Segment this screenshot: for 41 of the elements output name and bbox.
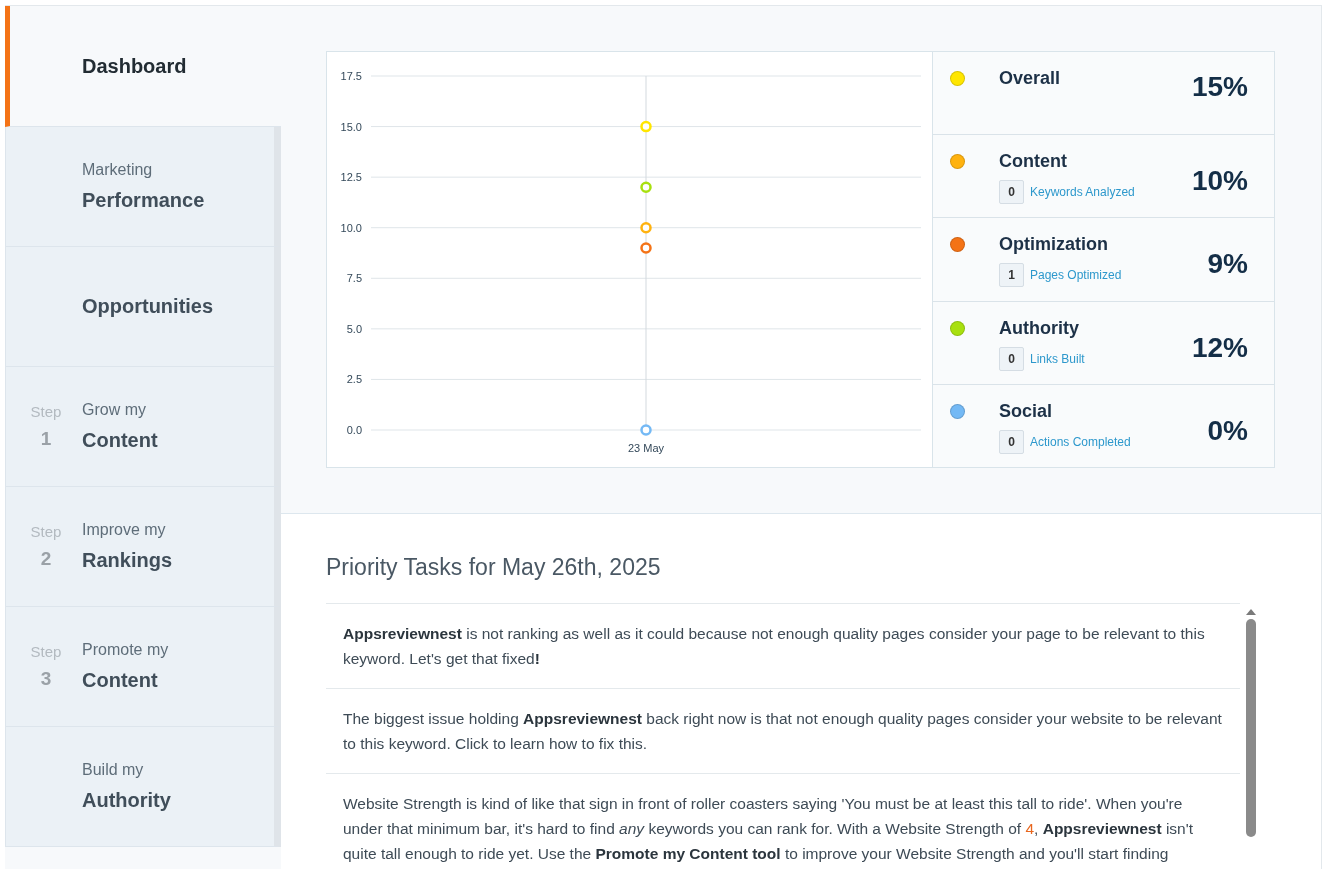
count-badge: 1 xyxy=(999,263,1024,288)
section-title: Priority Tasks for May 26th, 2025 xyxy=(326,554,662,581)
axis-label: 2.5 xyxy=(346,373,362,386)
legend-label: Content xyxy=(999,151,1067,172)
sidebar-item[interactable]: Opportunities xyxy=(5,247,281,367)
task-text[interactable]: The biggest issue holding Appsreviewnest back right now is that not enough quality pages consider your website to be relevant to this keyword. Click to learn how to fix this. xyxy=(326,688,1240,773)
stat-percent: 9% xyxy=(1207,248,1248,282)
scrollbar-thumb[interactable] xyxy=(1245,619,1256,837)
data-point xyxy=(640,181,652,193)
legend-label: Overall xyxy=(999,68,1061,88)
axis-label: 15.0 xyxy=(340,120,362,133)
legend-label: Optimization xyxy=(999,234,1108,255)
legend-label: Authority xyxy=(999,317,1079,338)
task-text[interactable]: Website Strength is kind of like that sign in front of roller coasters saying 'You must be at least this tall to ride'. When you're under that minimum bar, it's hard to find any keywords you can rank for. With a Website Strength of 4, Appsreviewnest isn't quite tall enough to ride yet. Use the Promote my Content tool to improve your Website Strength and you'll start finding xyxy=(326,773,1240,869)
sidebar-item[interactable]: Build my Authority xyxy=(5,727,281,847)
axis-label: 12.5 xyxy=(340,171,362,184)
task-text[interactable]: Appsreviewnest is not ranking as well as it could because not enough quality pages consider your page to be relevant to this keyword. Let's get that fixed! xyxy=(326,603,1240,688)
data-point xyxy=(640,424,652,436)
axis-label: 17.5 xyxy=(340,70,362,82)
count-badge: 0 xyxy=(999,346,1024,371)
axis-label: 5.0 xyxy=(346,322,362,335)
sidebar-item[interactable]: Marketing Performance xyxy=(5,127,281,247)
sidebar-item[interactable]: Step 3 Promote my Content xyxy=(5,607,281,727)
axis-label: 7.5 xyxy=(346,272,362,285)
stat-percent: 12% xyxy=(1191,331,1248,365)
sidebar-item[interactable]: Step 2 Improve my Rankings xyxy=(5,487,281,607)
sidebar-item[interactable]: Dashboard xyxy=(5,6,281,127)
stat-percent: 15% xyxy=(1191,71,1248,104)
stat-percent: 0% xyxy=(1207,414,1248,448)
axis-label: 10.0 xyxy=(340,221,362,234)
data-point xyxy=(640,242,652,254)
count-badge: 0 xyxy=(999,429,1024,454)
legend-label: Social xyxy=(999,400,1053,421)
stat-percent: 10% xyxy=(1191,165,1248,199)
scroll-up-icon[interactable] xyxy=(1245,609,1256,615)
count-badge: 0 xyxy=(999,180,1024,205)
axis-label: 23 May xyxy=(627,442,665,454)
data-point xyxy=(640,120,652,133)
sidebar-item[interactable]: Step 1 Grow my Content xyxy=(5,367,281,487)
data-point xyxy=(640,221,652,234)
axis-label: 0.0 xyxy=(346,424,362,436)
